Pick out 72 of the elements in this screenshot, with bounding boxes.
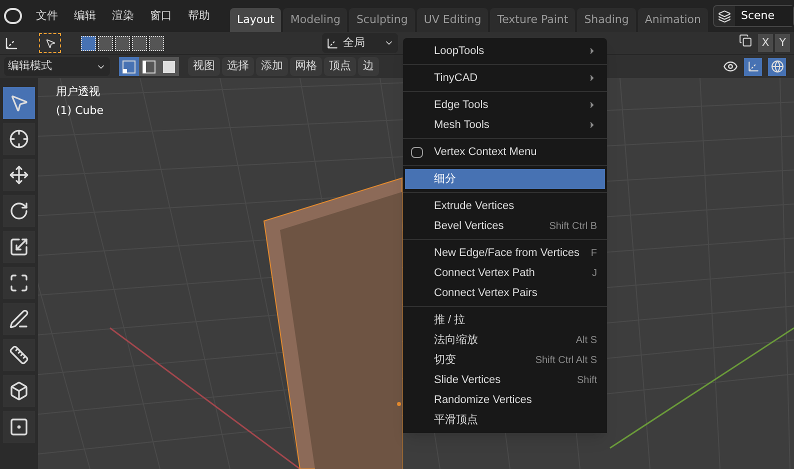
header-menu[interactable]: 边	[358, 57, 379, 76]
gizmo-toggle-icon[interactable]	[744, 58, 762, 76]
orientation-axis-icon	[326, 36, 339, 50]
move-tool-icon[interactable]	[3, 159, 35, 191]
select-mode-toggle[interactable]	[159, 57, 179, 76]
workspace-tab[interactable]: Modeling	[283, 8, 348, 32]
context-menu-item[interactable]: 切变 Shift Ctrl Alt S	[405, 350, 605, 370]
menu-item[interactable]: 帮助	[182, 8, 216, 24]
select-mode-icon[interactable]	[149, 36, 164, 50]
workspace-tab[interactable]: Layout	[230, 8, 282, 32]
cube-tool-icon[interactable]	[3, 375, 35, 407]
context-menu-item[interactable]: Connect Vertex Pairs	[405, 283, 605, 303]
header-menu[interactable]: 选择	[222, 57, 254, 76]
header-menu[interactable]: 添加	[256, 57, 288, 76]
workspace-tab[interactable]: Shading	[577, 8, 636, 32]
header-menu[interactable]: 网格	[290, 57, 322, 76]
context-menu-item[interactable]: 平滑顶点	[405, 410, 605, 430]
header-menu[interactable]: 顶点	[324, 57, 356, 76]
context-menu-item[interactable]: Connect Vertex Path J	[405, 263, 605, 283]
workspace-tab[interactable]: Animation	[638, 8, 708, 32]
menu-item[interactable]: 窗口	[144, 8, 178, 24]
context-menu-item[interactable]: TinyCAD	[405, 68, 605, 88]
rotate-tool-icon[interactable]	[3, 195, 35, 227]
scale-tool-icon[interactable]	[3, 231, 35, 263]
select-mode-icon[interactable]	[115, 36, 130, 50]
transform-pivot-icon[interactable]	[4, 36, 19, 50]
context-menu-item[interactable]: New Edge/Face from Vertices F	[405, 243, 605, 263]
menu-item[interactable]: 文件	[30, 8, 64, 24]
pointer-icon	[44, 38, 56, 48]
shortcut-label: J	[591, 266, 597, 280]
inset-tool-icon[interactable]	[3, 411, 35, 443]
header-menu[interactable]: 视图	[188, 57, 220, 76]
context-menu-item[interactable]: 细分	[405, 169, 605, 189]
vertex-dot	[397, 402, 401, 406]
shortcut-label: F	[590, 246, 597, 260]
select-mode-icon[interactable]	[81, 36, 96, 50]
ruler-tool-icon[interactable]	[3, 339, 35, 371]
shortcut-label: Alt S	[574, 334, 597, 348]
select-tool-icon[interactable]	[3, 87, 35, 119]
object-name: (1) Cube	[56, 102, 104, 118]
context-menu-item[interactable]: Vertex Context Menu	[405, 142, 605, 162]
context-menu-item[interactable]: 法向缩放 Alt S	[405, 330, 605, 350]
cursor-tool-icon[interactable]	[3, 123, 35, 155]
mode-dropdown[interactable]: 编辑模式	[4, 57, 110, 76]
select-mode-icon[interactable]	[98, 36, 113, 50]
context-menu-item[interactable]: Randomize Vertices	[405, 390, 605, 410]
workspace-tab[interactable]: Sculpting	[349, 8, 415, 32]
view-name: 用户透视	[56, 84, 101, 100]
menu-item[interactable]: 编辑	[68, 8, 102, 24]
select-mode-icon[interactable]	[132, 36, 147, 50]
context-menu-item[interactable]: Extrude Vertices	[405, 196, 605, 216]
axis-toggle[interactable]: Y	[775, 34, 790, 52]
workspace-tab[interactable]: UV Editing	[416, 8, 488, 32]
axis-toggle[interactable]: X	[758, 34, 774, 52]
tool-select-button[interactable]	[39, 33, 61, 53]
context-menu-item[interactable]: Bevel Vertices Shift Ctrl B	[405, 216, 605, 236]
menu-item[interactable]: 渲染	[106, 8, 140, 24]
context-menu-item[interactable]: LoopTools	[405, 41, 605, 61]
context-menu-item[interactable]: Slide Vertices Shift	[405, 370, 605, 390]
eye-icon[interactable]	[723, 59, 738, 74]
shortcut-label: Shift	[576, 374, 597, 388]
menu-icon	[411, 146, 423, 158]
shortcut-label: Shift Ctrl Alt S	[534, 354, 597, 368]
select-mode-toggle[interactable]	[139, 57, 159, 76]
workspace-tab[interactable]: Texture Paint	[490, 8, 576, 32]
context-menu-item[interactable]: 推 / 拉	[405, 310, 605, 330]
select-mode-toggle[interactable]	[119, 57, 139, 76]
context-menu-item[interactable]: Edge Tools	[405, 95, 605, 115]
pen-tool-icon[interactable]	[3, 303, 35, 335]
shortcut-label: Shift Ctrl B	[548, 220, 597, 234]
context-menu-item[interactable]: Mesh Tools	[405, 115, 605, 135]
transform-tool-icon[interactable]	[3, 267, 35, 299]
